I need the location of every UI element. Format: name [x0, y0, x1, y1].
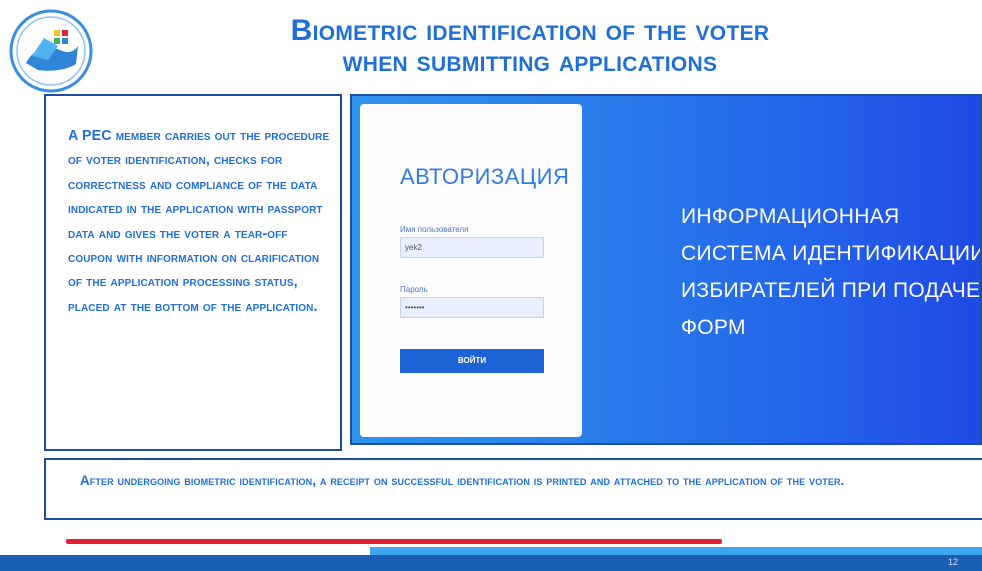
footer-red-stripe — [66, 539, 722, 544]
logo-icon — [8, 8, 94, 94]
system-name-line: ИНФОРМАЦИОННАЯ — [681, 205, 900, 228]
username-field[interactable]: yek2 — [400, 237, 544, 258]
footer-band — [0, 555, 982, 571]
title-line-1: Biometric identification of the voter — [290, 14, 770, 47]
procedure-description-box: A PEC member carries out the procedure o… — [44, 94, 342, 451]
page-title: Biometric identification of the voter wh… — [120, 14, 940, 78]
page-number: 12 — [947, 557, 958, 567]
receipt-note-text: After undergoing biometric identificatio… — [80, 473, 845, 488]
system-name-line: СИСТЕМА ИДЕНТИФИКАЦИИ — [681, 242, 982, 265]
title-line-2: when submitting applications — [342, 44, 718, 78]
system-name: ИНФОРМАЦИОННАЯ СИСТЕМА ИДЕНТИФИКАЦИИ ИЗБ… — [681, 198, 982, 346]
password-label: Пароль — [400, 285, 428, 294]
system-name-line: ФОРМ — [681, 316, 746, 339]
login-screenshot: АВТОРИЗАЦИЯ Имя пользователя yek2 Пароль… — [350, 94, 982, 445]
footer-blue-stripe — [370, 547, 982, 555]
login-button[interactable]: ВОЙТИ — [400, 349, 544, 373]
login-form: АВТОРИЗАЦИЯ Имя пользователя yek2 Пароль… — [360, 104, 582, 437]
receipt-note-box: After undergoing biometric identificatio… — [44, 458, 982, 520]
login-heading: АВТОРИЗАЦИЯ — [400, 164, 570, 189]
username-label: Имя пользователя — [400, 225, 469, 234]
system-name-line: ИЗБИРАТЕЛЕЙ ПРИ ПОДАЧЕ — [681, 279, 981, 302]
password-field[interactable]: ••••••• — [400, 297, 544, 318]
procedure-description-text: A PEC member carries out the procedure o… — [68, 128, 330, 315]
